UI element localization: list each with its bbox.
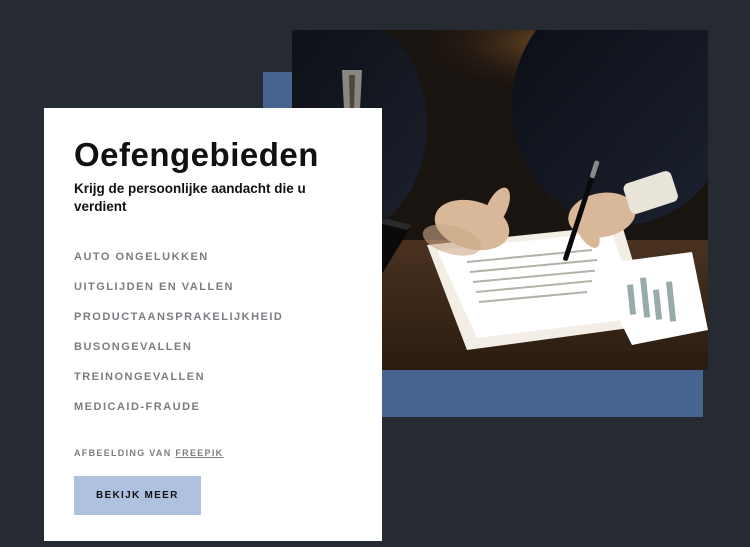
image-credit: AFBEELDING VAN FREEPIK	[74, 448, 352, 458]
practice-area-item[interactable]: BUSONGEVALLEN	[74, 332, 352, 362]
practice-area-item[interactable]: PRODUCTAANSPRAKELIJKHEID	[74, 302, 352, 332]
credit-prefix: AFBEELDING VAN	[74, 448, 175, 458]
practice-area-item[interactable]: UITGLIJDEN EN VALLEN	[74, 272, 352, 302]
credit-link[interactable]: FREEPIK	[175, 448, 223, 458]
practice-areas-list: AUTO ONGELUKKEN UITGLIJDEN EN VALLEN PRO…	[74, 242, 352, 422]
view-more-button[interactable]: BEKIJK MEER	[74, 476, 201, 515]
practice-area-item[interactable]: MEDICAID-FRAUDE	[74, 392, 352, 422]
practice-area-item[interactable]: AUTO ONGELUKKEN	[74, 242, 352, 272]
card-subtitle: Krijg de persoonlijke aandacht die u ver…	[74, 180, 352, 216]
card-title: Oefengebieden	[74, 136, 352, 174]
practice-area-item[interactable]: TREINONGEVALLEN	[74, 362, 352, 392]
practice-areas-card: Oefengebieden Krijg de persoonlijke aand…	[44, 108, 382, 541]
